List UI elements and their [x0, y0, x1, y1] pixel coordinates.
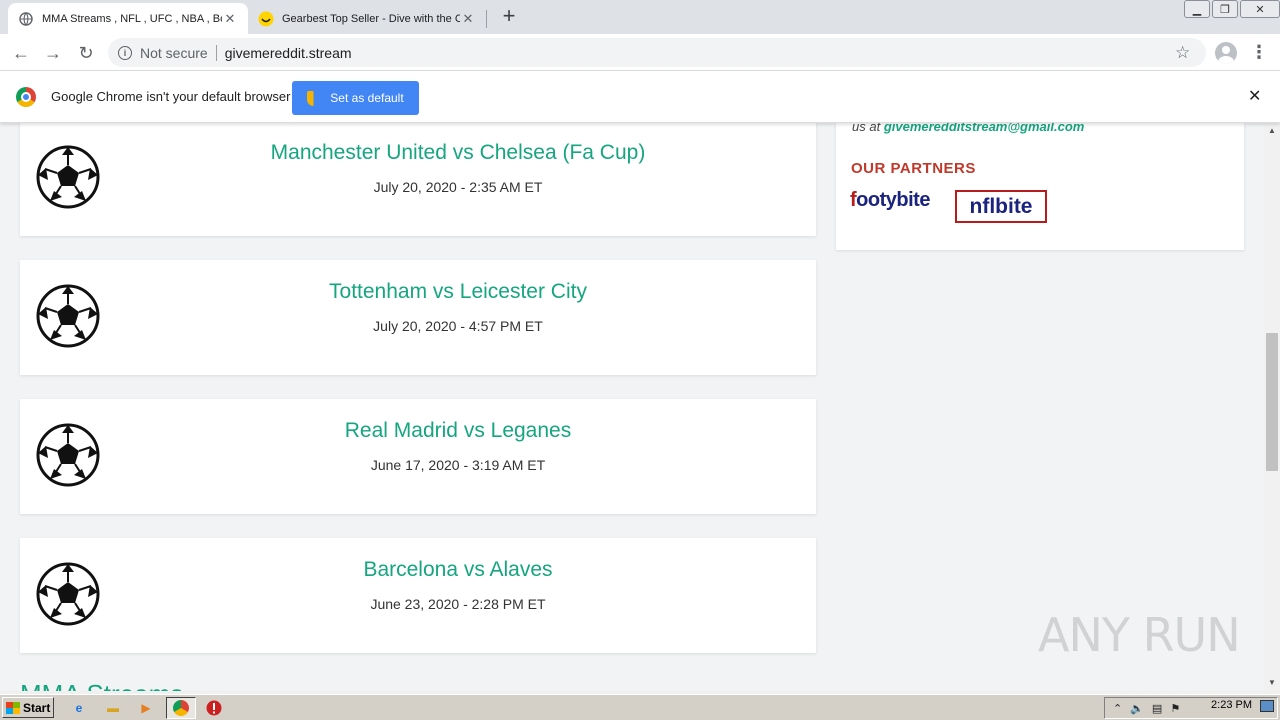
soccer-ball-icon — [36, 562, 100, 626]
info-icon[interactable]: i — [118, 45, 132, 60]
tab-title: MMA Streams , NFL , UFC , NBA , Bo — [42, 12, 222, 25]
scroll-down-arrow-icon[interactable]: ▼ — [1264, 675, 1280, 691]
windows-taskbar: Start e ▬ ▶ ⌃ 🔈 ▤ ⚑ 2:23 PM — [0, 694, 1280, 720]
tab-mma-streams[interactable]: MMA Streams , NFL , UFC , NBA , Bo ✕ — [8, 3, 248, 34]
match-time: July 20, 2020 - 4:57 PM ET — [373, 318, 543, 334]
reload-icon[interactable]: ↻ — [74, 41, 98, 65]
partners-heading: OUR PARTNERS — [851, 160, 976, 177]
match-card[interactable]: Barcelona vs Alaves June 23, 2020 - 2:28… — [20, 538, 816, 653]
close-tab-icon[interactable]: ✕ — [222, 11, 238, 27]
show-desktop-icon[interactable] — [1260, 700, 1274, 712]
back-arrow-icon[interactable]: ← — [9, 41, 33, 65]
soccer-ball-icon — [36, 423, 100, 487]
set-as-default-button[interactable]: Set as default — [292, 81, 419, 115]
tab-strip: MMA Streams , NFL , UFC , NBA , Bo ✕ Gea… — [0, 0, 1280, 34]
profile-avatar-icon[interactable] — [1215, 42, 1237, 64]
security-label: Not secure — [140, 44, 208, 61]
minimize-button[interactable]: ▁ — [1184, 0, 1210, 18]
anyrun-watermark: ANY RUN — [1038, 608, 1241, 662]
match-card[interactable]: Manchester United vs Chelsea (Fa Cup) Ju… — [20, 123, 816, 236]
match-title[interactable]: Manchester United vs Chelsea (Fa Cup) — [100, 141, 816, 165]
set-as-default-label: Set as default — [330, 91, 404, 105]
taskbar-clock[interactable]: 2:23 PM — [1211, 699, 1252, 711]
match-title[interactable]: Barcelona vs Alaves — [100, 558, 816, 582]
contact-line: us at givemeredditstream@gmail.com — [852, 123, 1084, 134]
url-text[interactable]: givemereddit.stream — [225, 45, 352, 61]
soccer-ball-icon — [36, 145, 100, 209]
soccer-ball-icon — [36, 284, 100, 348]
internet-explorer-icon[interactable]: e — [70, 699, 88, 717]
restore-button[interactable]: ❐ — [1212, 0, 1238, 18]
vertical-scrollbar[interactable]: ▲ ▼ — [1264, 123, 1280, 691]
section-heading-mma[interactable]: MMA Streams — [20, 679, 183, 691]
globe-icon — [18, 11, 34, 27]
shield-icon — [307, 90, 321, 106]
match-title[interactable]: Real Madrid vs Leganes — [100, 419, 816, 443]
page-viewport: Manchester United vs Chelsea (Fa Cup) Ju… — [0, 123, 1264, 691]
start-label: Start — [23, 700, 51, 715]
scroll-up-arrow-icon[interactable]: ▲ — [1264, 123, 1280, 139]
network-icon[interactable]: ▤ — [1152, 702, 1162, 715]
close-window-button[interactable]: ✕ — [1240, 0, 1280, 18]
tab-gearbest[interactable]: Gearbest Top Seller - Dive with the C ✕ — [248, 3, 486, 34]
contact-prefix: us at — [852, 123, 881, 134]
media-player-icon[interactable]: ▶ — [137, 699, 155, 717]
tab-separator — [486, 10, 487, 28]
logo-text: ootybite — [856, 189, 930, 211]
new-tab-button[interactable]: + — [498, 5, 520, 28]
contact-email-link[interactable]: givemeredditstream@gmail.com — [884, 123, 1085, 134]
footybite-logo[interactable]: footybite — [850, 189, 930, 212]
tab-title: Gearbest Top Seller - Dive with the C — [282, 12, 460, 25]
smiley-icon — [258, 11, 274, 27]
chrome-taskbar-button[interactable] — [166, 697, 196, 719]
browser-toolbar: ← → ↻ i Not secure givemereddit.stream ☆… — [0, 34, 1280, 71]
match-card[interactable]: Real Madrid vs Leganes June 17, 2020 - 3… — [20, 399, 816, 514]
volume-icon[interactable]: 🔈 — [1130, 702, 1144, 715]
tray-expand-icon[interactable]: ⌃ — [1113, 702, 1122, 715]
flag-icon[interactable]: ⚑ — [1170, 702, 1180, 715]
bookmark-star-icon[interactable]: ☆ — [1175, 43, 1190, 63]
window-controls: ▁ ❐ ✕ — [1182, 0, 1280, 20]
divider — [215, 44, 217, 61]
match-time: June 23, 2020 - 2:28 PM ET — [370, 596, 546, 612]
start-button[interactable]: Start — [2, 697, 54, 718]
match-time: June 17, 2020 - 3:19 AM ET — [370, 457, 546, 473]
folder-icon[interactable]: ▬ — [104, 699, 122, 717]
forward-arrow-icon[interactable]: → — [41, 41, 65, 65]
match-card[interactable]: Tottenham vs Leicester City July 20, 202… — [20, 260, 816, 375]
nflbite-logo[interactable]: nflbite — [955, 190, 1047, 223]
match-title[interactable]: Tottenham vs Leicester City — [100, 280, 816, 304]
windows-logo-icon — [6, 701, 20, 714]
chrome-icon — [173, 700, 189, 716]
infobar-message: Google Chrome isn't your default browser — [51, 89, 291, 104]
chrome-logo-icon — [16, 87, 36, 107]
close-tab-icon[interactable]: ✕ — [460, 11, 476, 27]
kebab-menu-icon[interactable]: ⋮ — [1250, 42, 1268, 63]
sidebar-partners: us at givemeredditstream@gmail.com OUR P… — [836, 123, 1244, 250]
scroll-thumb[interactable] — [1266, 333, 1278, 471]
close-infobar-icon[interactable]: ✕ — [1248, 86, 1261, 106]
stop-icon[interactable] — [205, 699, 223, 717]
address-bar[interactable]: i Not secure givemereddit.stream — [108, 38, 1206, 67]
default-browser-infobar: Google Chrome isn't your default browser… — [0, 71, 1280, 123]
match-time: July 20, 2020 - 2:35 AM ET — [373, 179, 543, 195]
